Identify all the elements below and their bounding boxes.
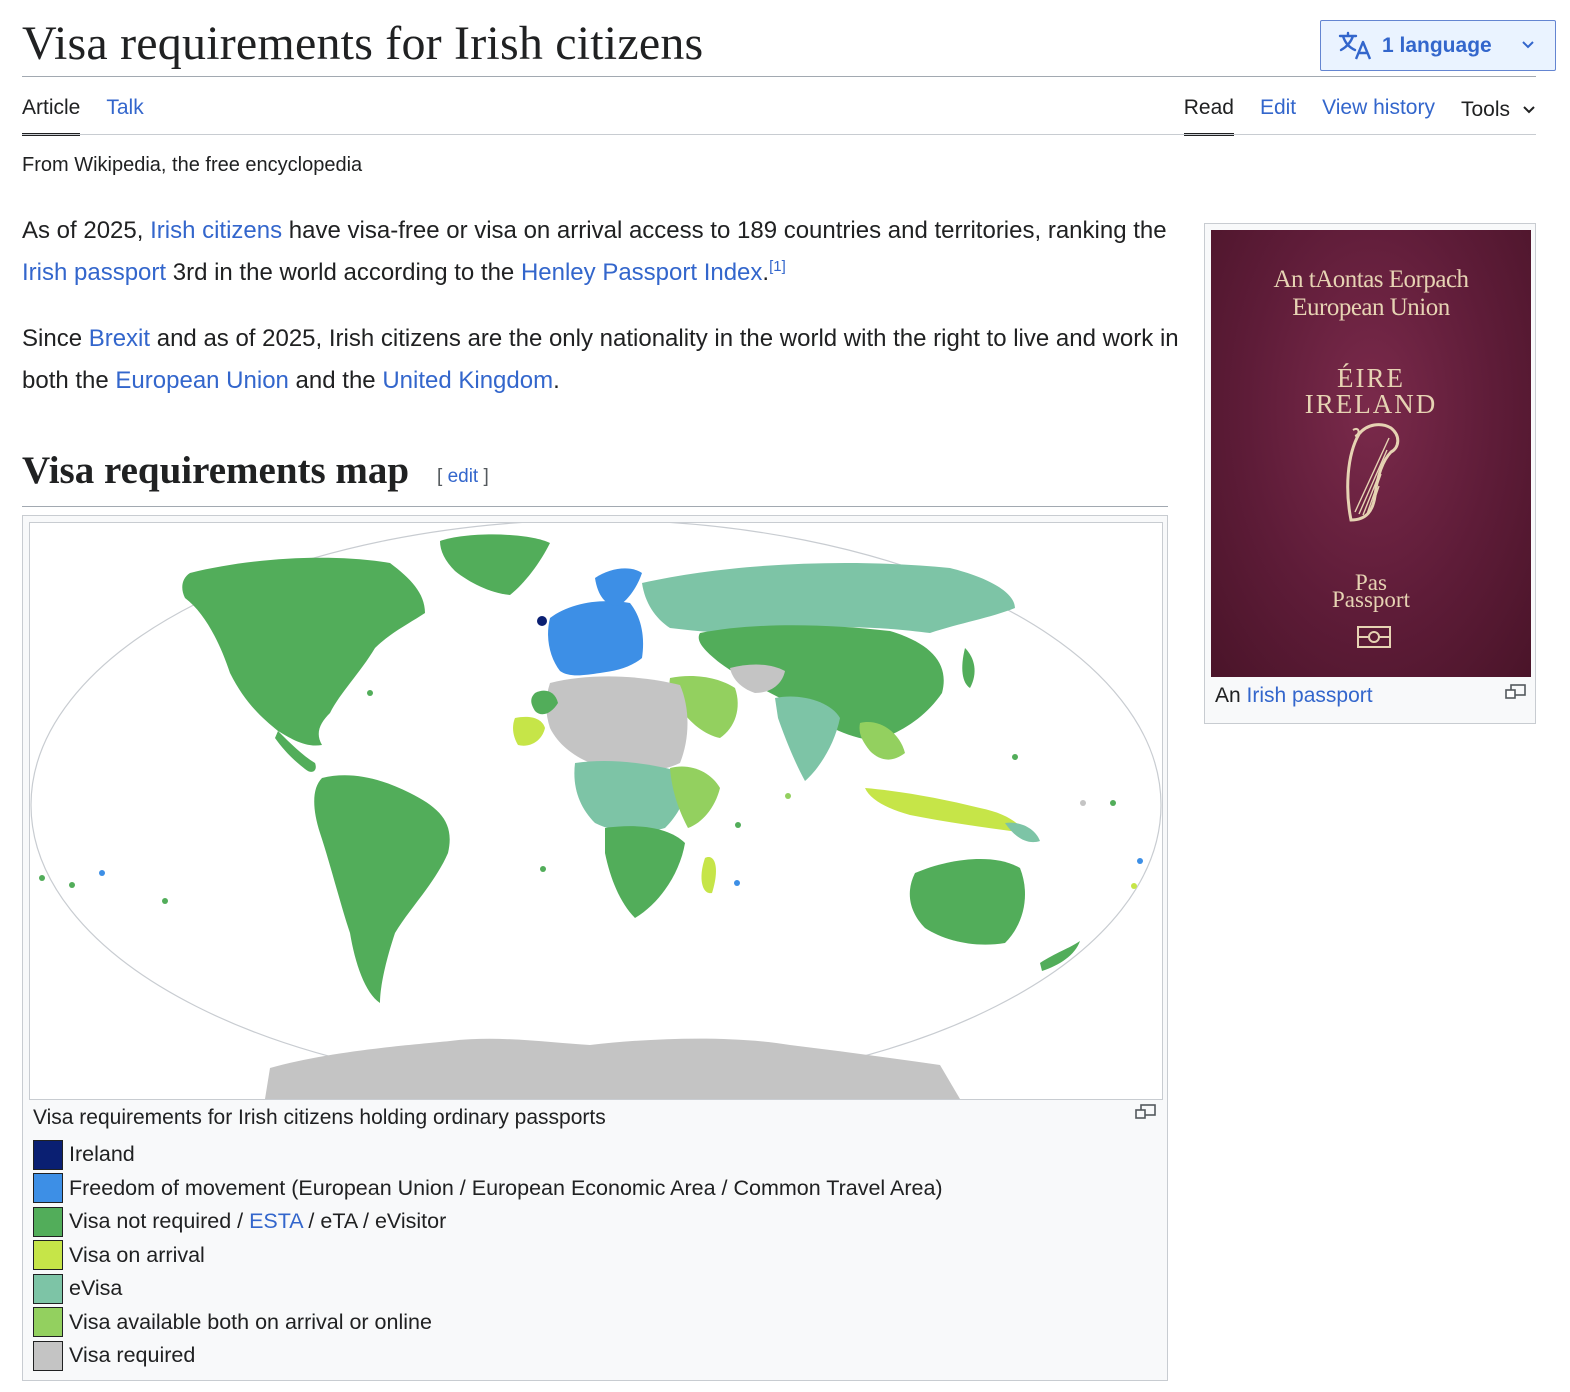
section-divider [22,506,1168,507]
section-heading: Visa requirements map [22,449,410,492]
legend-swatch [33,1340,63,1371]
tab-talk[interactable]: Talk [106,96,143,136]
text-segment: Visa not required / [69,1209,250,1234]
chevron-down-icon [1522,41,1534,49]
passport-label-english: Passport [1332,587,1410,612]
map-caption: Visa requirements for Irish citizens hol… [33,1106,606,1129]
reference-1[interactable]: [1] [769,258,786,275]
link-brexit[interactable]: Brexit [89,325,150,352]
legend-item: Visa not required / ESTA / eTA / eVisito… [33,1205,943,1239]
enlarge-icon[interactable] [1505,684,1527,700]
legend-item: eVisa [33,1272,943,1306]
map-figure: Visa requirements for Irish citizens hol… [22,515,1168,1381]
passport-country-english: IRELAND [1304,389,1438,419]
text-segment: Since [22,325,89,352]
tabs-divider [22,134,1536,135]
world-visa-map[interactable] [29,522,1163,1100]
enlarge-icon[interactable] [1135,1104,1157,1120]
passport-org-irish: An tAontas Eorpach [1273,266,1469,293]
legend-label: Freedom of movement (European Union / Eu… [69,1175,943,1200]
chevron-down-icon [1523,106,1535,114]
legend-label: Visa not required / ESTA / eTA / eVisito… [69,1209,446,1234]
bracket: [ [437,466,448,487]
legend-swatch [33,1206,63,1237]
link-irish-passport[interactable]: Irish passport [22,259,166,286]
legend-swatch [33,1173,63,1204]
link-esta[interactable]: ESTA [249,1209,302,1233]
map-legend: Ireland Freedom of movement (European Un… [33,1138,943,1373]
passport-org-english: European Union [1292,294,1450,321]
tab-edit[interactable]: Edit [1260,96,1296,136]
link-united-kingdom[interactable]: United Kingdom [382,367,553,394]
page-title: Visa requirements for Irish citizens [22,17,704,70]
legend-swatch [33,1240,63,1271]
view-tabs: Read Edit View history Tools [1183,96,1536,136]
world-map-graphic [30,523,1162,1099]
text-segment: and the [288,367,383,394]
legend-label: Visa available both on arrival or online [69,1309,432,1334]
text-segment: As of 2025, [22,217,151,244]
infobox-caption: An Irish passport [1215,684,1373,708]
language-button-label: 1 language [1382,33,1492,57]
language-button[interactable]: 1 language [1320,20,1556,71]
link-european-union[interactable]: European Union [115,367,288,394]
bracket: ] [478,466,489,487]
link-irish-passport-caption[interactable]: Irish passport [1247,684,1373,707]
section-edit: [ edit ] [437,466,489,488]
passport-image[interactable]: An tAontas Eorpach European Union ÉIRE I… [1211,230,1531,677]
legend-label: Visa required [69,1343,196,1368]
section-edit-link[interactable]: edit [448,466,479,487]
namespace-tabs: Article Talk [22,96,144,136]
title-divider [22,76,1536,77]
text-segment: . [553,367,560,394]
text-segment: An [1215,684,1247,707]
harp-emblem-icon [1346,423,1400,522]
legend-label: eVisa [69,1276,123,1301]
legend-item: Visa available both on arrival or online [33,1306,943,1340]
tools-menu[interactable]: Tools [1461,96,1536,136]
tagline: From Wikipedia, the free encyclopedia [22,154,363,176]
legend-label: Ireland [69,1142,135,1167]
legend-item: Visa required [33,1339,943,1373]
legend-swatch [33,1273,63,1304]
intro-paragraph-2: Since Brexit and as of 2025, Irish citiz… [22,318,1182,402]
text-segment: have visa-free or visa on arrival access… [282,217,1167,244]
tab-read[interactable]: Read [1183,96,1234,136]
link-henley-passport-index[interactable]: Henley Passport Index [521,259,762,286]
text-segment: / eTA / eVisitor [302,1209,447,1234]
text-segment: 3rd in the world according to the [166,259,521,286]
link-irish-citizens[interactable]: Irish citizens [150,217,282,244]
legend-item: Visa on arrival [33,1239,943,1273]
legend-label: Visa on arrival [69,1242,205,1267]
legend-swatch [33,1139,63,1170]
infobox: An tAontas Eorpach European Union ÉIRE I… [1204,223,1536,724]
legend-item: Ireland [33,1138,943,1172]
tools-label: Tools [1460,98,1510,121]
intro-paragraph-1: As of 2025, Irish citizens have visa-fre… [22,210,1182,294]
translate-icon [1338,31,1372,59]
legend-item: Freedom of movement (European Union / Eu… [33,1172,943,1206]
biometric-chip-icon [1357,626,1391,648]
legend-swatch [33,1307,63,1338]
tab-view-history[interactable]: View history [1322,96,1435,136]
tab-article[interactable]: Article [22,96,81,136]
